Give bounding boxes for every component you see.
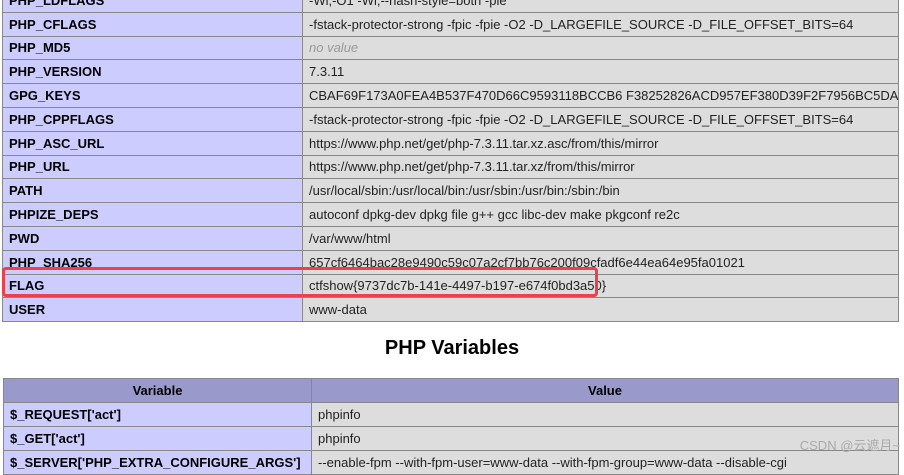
table-header-row: Variable Value — [3, 378, 899, 403]
variable-name-cell: $_REQUEST['act'] — [3, 402, 312, 427]
env-value-cell: 7.3.11 — [302, 59, 899, 85]
table-row: PHP_URL https://www.php.net/get/php-7.3.… — [2, 154, 899, 180]
variable-value-cell: --enable-fpm --with-fpm-user=www-data --… — [311, 450, 899, 475]
table-row: PHP_VERSION 7.3.11 — [2, 59, 899, 85]
env-value-cell: /var/www/html — [302, 225, 899, 251]
env-value-cell: /usr/local/sbin:/usr/local/bin:/usr/sbin… — [302, 178, 899, 204]
env-name-cell: PHP_URL — [2, 154, 303, 180]
flag-row: FLAG ctfshow{9737dc7b-141e-4497-b197-e67… — [2, 273, 899, 299]
env-name-cell: PATH — [2, 178, 303, 204]
env-value-cell: https://www.php.net/get/php-7.3.11.tar.x… — [302, 154, 899, 180]
section-title: PHP Variables — [384, 337, 520, 359]
table-row: PATH /usr/local/sbin:/usr/local/bin:/usr… — [2, 178, 899, 204]
table-row: PHP_MD5 no value — [2, 35, 899, 61]
env-value-cell: CBAF69F173A0FEA4B537F470D66C9593118BCCB6… — [302, 83, 899, 108]
environment-table: PHP_LDFLAGS -Wl,-O1 -Wl,--hash-style=bot… — [2, 0, 899, 323]
env-value-cell: -fstack-protector-strong -fpic -fpie -O2… — [302, 106, 899, 132]
env-name-cell: PHP_VERSION — [2, 59, 303, 85]
table-row: PHP_CFLAGS -fstack-protector-strong -fpi… — [2, 11, 899, 37]
table-row: PHPIZE_DEPS autoconf dpkg-dev dpkg file … — [2, 202, 899, 227]
table-row: GPG_KEYS CBAF69F173A0FEA4B537F470D66C959… — [2, 83, 899, 108]
env-name-cell: GPG_KEYS — [2, 83, 303, 108]
flag-value-cell: ctfshow{9737dc7b-141e-4497-b197-e674f0bd… — [302, 273, 899, 299]
table-row: PHP_SHA256 657cf6464bac28e9490c59c07a2cf… — [2, 249, 899, 275]
table-row: PHP_CPPFLAGS -fstack-protector-strong -f… — [2, 106, 899, 132]
variable-name-cell: $_SERVER['PHP_EXTRA_CONFIGURE_ARGS'] — [3, 450, 312, 475]
env-name-cell: USER — [2, 297, 303, 323]
env-name-cell: PHP_CFLAGS — [2, 11, 303, 37]
variable-value-cell: phpinfo — [311, 402, 899, 427]
env-name-cell: PHP_MD5 — [2, 35, 303, 61]
env-name-cell: PHP_CPPFLAGS — [2, 106, 303, 132]
table-row: USER www-data — [2, 297, 899, 323]
env-value-cell: no value — [302, 35, 899, 61]
env-name-cell: PHP_ASC_URL — [2, 130, 303, 156]
env-value-cell: https://www.php.net/get/php-7.3.11.tar.x… — [302, 130, 899, 156]
env-value-cell: 657cf6464bac28e9490c59c07a2cf7bb76c200f0… — [302, 249, 899, 275]
no-value-text: no value — [309, 40, 359, 56]
table-row: $_SERVER['PHP_EXTRA_CONFIGURE_ARGS'] --e… — [3, 450, 899, 475]
env-name-cell: PHP_LDFLAGS — [2, 0, 303, 13]
env-value-cell: -fstack-protector-strong -fpic -fpie -O2… — [302, 11, 899, 37]
column-header-value: Value — [311, 378, 899, 403]
env-name-cell: PWD — [2, 225, 303, 251]
watermark: CSDN @云遮月~ — [799, 438, 900, 453]
table-row: $_REQUEST['act'] phpinfo — [3, 402, 899, 427]
php-variables-table: Variable Value $_REQUEST['act'] phpinfo … — [3, 378, 899, 475]
env-name-cell: PHP_SHA256 — [2, 249, 303, 275]
variable-name-cell: $_GET['act'] — [3, 426, 312, 451]
env-value-cell: autoconf dpkg-dev dpkg file g++ gcc libc… — [302, 202, 899, 227]
env-value-cell: www-data — [302, 297, 899, 323]
table-row: PHP_LDFLAGS -Wl,-O1 -Wl,--hash-style=bot… — [2, 0, 899, 13]
env-value-cell: -Wl,-O1 -Wl,--hash-style=both -pie — [302, 0, 899, 13]
column-header-variable: Variable — [3, 378, 312, 403]
table-row: $_GET['act'] phpinfo — [3, 426, 899, 451]
flag-name-cell: FLAG — [2, 273, 303, 299]
env-name-cell: PHPIZE_DEPS — [2, 202, 303, 227]
table-row: PHP_ASC_URL https://www.php.net/get/php-… — [2, 130, 899, 156]
table-row: PWD /var/www/html — [2, 225, 899, 251]
